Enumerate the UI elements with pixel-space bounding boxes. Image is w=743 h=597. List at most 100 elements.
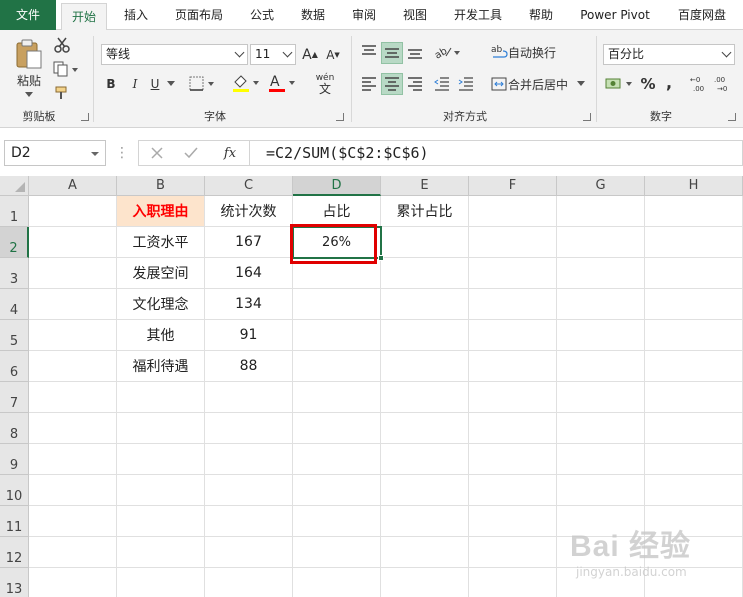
align-top-icon[interactable] <box>359 42 379 62</box>
grid-cell[interactable] <box>645 196 743 227</box>
row-header-3[interactable]: 3 <box>0 258 29 289</box>
number-format-combo[interactable]: 百分比 <box>603 44 735 65</box>
grid-cell[interactable] <box>293 475 381 506</box>
italic-button[interactable]: I <box>127 74 143 94</box>
borders-icon[interactable] <box>188 74 218 94</box>
cell-b2[interactable]: 工资水平 <box>117 227 205 258</box>
more-options-icon[interactable]: ⋮ <box>115 142 129 164</box>
comma-style-button[interactable]: , <box>662 72 676 92</box>
grid-cell[interactable] <box>29 258 117 289</box>
cell-b3[interactable]: 发展空间 <box>117 258 205 289</box>
grid-cell[interactable] <box>469 568 557 597</box>
grid-cell[interactable] <box>469 537 557 568</box>
column-header-a[interactable]: A <box>29 176 117 196</box>
grid-cell[interactable] <box>117 413 205 444</box>
grid-cell[interactable] <box>381 506 469 537</box>
font-size-combo[interactable]: 11 <box>250 44 296 65</box>
grid-cell[interactable] <box>381 568 469 597</box>
grid-cell[interactable] <box>645 289 743 320</box>
grid-cell[interactable] <box>29 289 117 320</box>
grid-cell[interactable] <box>469 475 557 506</box>
grid-cell[interactable] <box>293 537 381 568</box>
grid-cell[interactable] <box>645 444 743 475</box>
bold-button[interactable]: B <box>103 74 119 94</box>
row-header-7[interactable]: 7 <box>0 382 29 413</box>
merge-dropdown-icon[interactable] <box>574 74 588 94</box>
column-header-b[interactable]: B <box>117 176 205 196</box>
align-bottom-icon[interactable] <box>405 42 425 62</box>
cell-c1[interactable]: 统计次数 <box>205 196 293 227</box>
grid-cell[interactable] <box>557 475 645 506</box>
cell-c4[interactable]: 134 <box>205 289 293 320</box>
grid-cell[interactable] <box>293 289 381 320</box>
name-box[interactable]: D2 <box>4 140 106 166</box>
cell-b1[interactable]: 入职理由 <box>117 196 205 227</box>
grid-cell[interactable] <box>381 537 469 568</box>
tab-formulas[interactable]: 公式 <box>242 0 282 30</box>
grid-cell[interactable] <box>293 382 381 413</box>
cell-e1[interactable]: 累计占比 <box>381 196 469 227</box>
row-header-10[interactable]: 10 <box>0 475 29 506</box>
grid-cell[interactable] <box>29 475 117 506</box>
grid-cell[interactable] <box>381 227 469 258</box>
grid-cell[interactable] <box>117 537 205 568</box>
grid-cell[interactable] <box>117 506 205 537</box>
grid-cell[interactable] <box>557 351 645 382</box>
fill-handle[interactable] <box>378 255 384 261</box>
grid-cell[interactable] <box>117 475 205 506</box>
grid-cell[interactable] <box>29 568 117 597</box>
grid-cell[interactable] <box>381 475 469 506</box>
grid-cell[interactable] <box>29 382 117 413</box>
percent-style-button[interactable]: % <box>640 74 656 94</box>
grid-cell[interactable] <box>469 289 557 320</box>
cell-d1[interactable]: 占比 <box>293 196 381 227</box>
tab-insert[interactable]: 插入 <box>114 0 158 30</box>
grid-cell[interactable] <box>381 444 469 475</box>
column-header-e[interactable]: E <box>381 176 469 196</box>
align-middle-icon[interactable] <box>381 42 403 64</box>
fill-color-icon[interactable] <box>230 72 262 94</box>
formula-input[interactable]: =C2/SUM($C$2:$C$6) <box>250 140 743 166</box>
number-launcher-icon[interactable] <box>728 113 736 121</box>
grid-cell[interactable] <box>205 475 293 506</box>
grid-cell[interactable] <box>469 351 557 382</box>
grid-cell[interactable] <box>29 227 117 258</box>
grid-cell[interactable] <box>469 227 557 258</box>
accounting-format-icon[interactable] <box>604 74 636 94</box>
tab-file[interactable]: 文件 <box>0 0 56 30</box>
tab-view[interactable]: 视图 <box>395 0 435 30</box>
grid-cell[interactable] <box>645 351 743 382</box>
font-launcher-icon[interactable] <box>336 113 344 121</box>
grid-cell[interactable] <box>557 444 645 475</box>
clipboard-launcher-icon[interactable] <box>81 113 89 121</box>
grid-cell[interactable] <box>29 537 117 568</box>
cell-c5[interactable]: 91 <box>205 320 293 351</box>
column-header-h[interactable]: H <box>645 176 743 196</box>
grid-cell[interactable] <box>557 382 645 413</box>
grid-cell[interactable] <box>381 382 469 413</box>
grid-cell[interactable] <box>557 320 645 351</box>
tab-data[interactable]: 数据 <box>292 0 334 30</box>
tab-baidu-netdisk[interactable]: 百度网盘 <box>668 0 736 30</box>
increase-indent-icon[interactable] <box>456 74 476 94</box>
tab-review[interactable]: 审阅 <box>344 0 384 30</box>
decrease-decimal-icon[interactable]: .00 →0 <box>714 74 734 94</box>
grid-cell[interactable] <box>293 413 381 444</box>
grid-cell[interactable] <box>645 258 743 289</box>
grid-cell[interactable] <box>381 289 469 320</box>
grid-cell[interactable] <box>469 506 557 537</box>
row-header-13[interactable]: 13 <box>0 568 29 597</box>
row-header-9[interactable]: 9 <box>0 444 29 475</box>
decrease-font-size-button[interactable]: A ▼ <box>324 44 342 65</box>
grid-cell[interactable] <box>29 413 117 444</box>
grid-cell[interactable] <box>469 196 557 227</box>
cell-b5[interactable]: 其他 <box>117 320 205 351</box>
alignment-launcher-icon[interactable] <box>583 113 591 121</box>
grid-cell[interactable] <box>205 506 293 537</box>
grid-cell[interactable] <box>29 196 117 227</box>
grid-cell[interactable] <box>29 320 117 351</box>
row-header-6[interactable]: 6 <box>0 351 29 382</box>
column-header-c[interactable]: C <box>205 176 293 196</box>
copy-icon[interactable] <box>52 60 80 78</box>
grid-cell[interactable] <box>29 506 117 537</box>
